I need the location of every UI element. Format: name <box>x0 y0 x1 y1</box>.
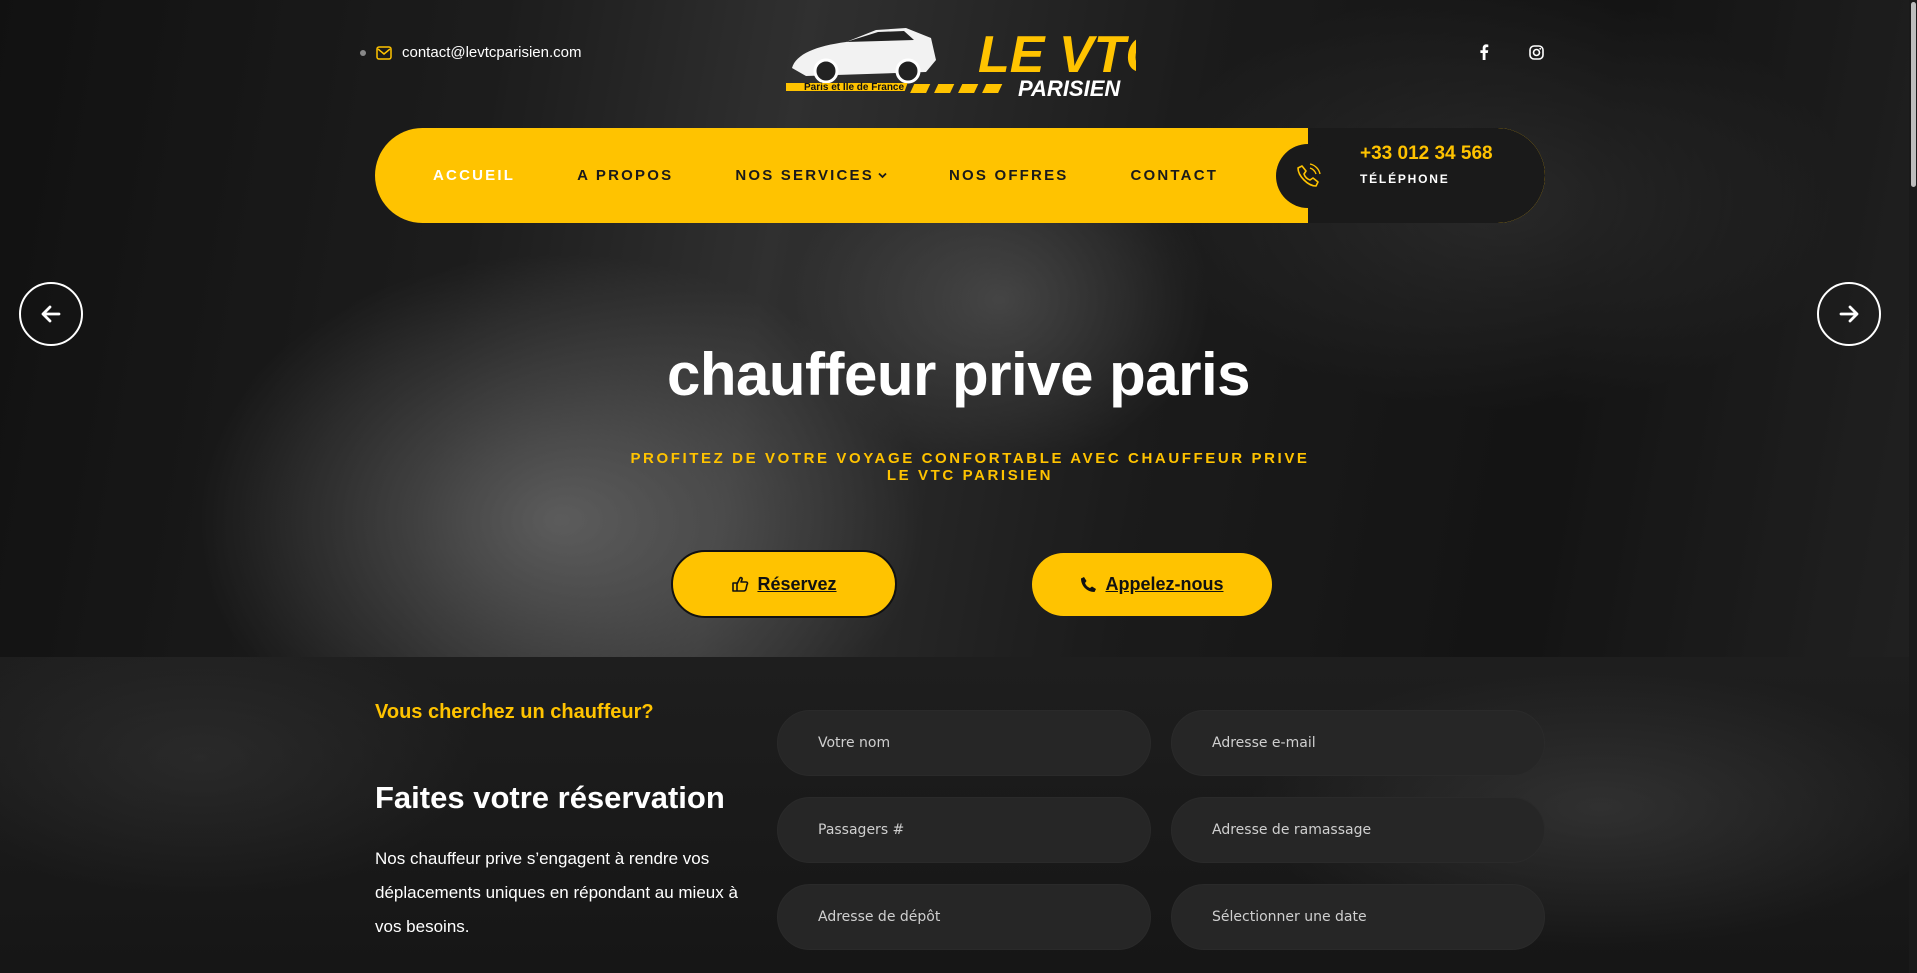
nav-item-nos-offres[interactable]: NOS OFFRES <box>949 167 1069 184</box>
logo-tagline: Paris et Ile de France <box>804 82 904 93</box>
topbar-email[interactable]: contact@levtcparisien.com <box>360 44 581 61</box>
slider-next-button[interactable] <box>1817 282 1881 346</box>
email-field[interactable]: Adresse e-mail <box>1171 710 1545 776</box>
phone-label: TÉLÉPHONE <box>1360 172 1450 186</box>
hero-subtitle: PROFITEZ DE VOTRE VOYAGE CONFORTABLE AVE… <box>630 450 1310 484</box>
pickup-address-field[interactable]: Adresse de ramassage <box>1171 797 1545 863</box>
nav-item-accueil[interactable]: ACCUEIL <box>433 167 515 184</box>
nav-item-label: NOS SERVICES <box>735 167 874 184</box>
passengers-field-placeholder: Passagers # <box>818 822 905 838</box>
nav-item-contact[interactable]: CONTACT <box>1131 167 1219 184</box>
phone-icon <box>1081 577 1097 592</box>
logo-stripes <box>910 84 1003 93</box>
booking-description: Nos chauffeur prive s’engagent à rendre … <box>375 849 738 936</box>
arrow-left-icon <box>41 305 61 323</box>
site-logo[interactable]: LE VTC PARISIEN Paris et Ile de France <box>786 16 1136 100</box>
nav-item-a-propos[interactable]: A PROPOS <box>577 167 673 184</box>
logo-brand-line2: PARISIEN <box>1018 76 1121 100</box>
nav-menu: ACCUEIL A PROPOS NOS SERVICES NOS OFFRES… <box>433 128 1280 223</box>
dropoff-address-field[interactable]: Adresse de dépôt <box>777 884 1151 950</box>
mail-icon <box>376 45 392 60</box>
name-field[interactable]: Votre nom <box>777 710 1151 776</box>
facebook-icon[interactable] <box>1476 44 1492 60</box>
nav-phone-block[interactable]: +33 012 34 568 TÉLÉPHONE <box>1308 128 1545 223</box>
arrow-right-icon <box>1839 305 1859 323</box>
dropoff-field-placeholder: Adresse de dépôt <box>818 909 941 925</box>
call-button[interactable]: Appelez-nous <box>1032 553 1272 616</box>
date-field-placeholder: Sélectionner une date <box>1212 909 1367 925</box>
bullet-dot <box>360 49 366 56</box>
nav-item-label: ACCUEIL <box>433 167 516 184</box>
nav-item-nos-services[interactable]: NOS SERVICES <box>735 167 887 184</box>
page-scrollbar[interactable] <box>1909 0 1917 973</box>
passengers-field[interactable]: Passagers # <box>777 797 1151 863</box>
name-field-placeholder: Votre nom <box>818 735 891 751</box>
date-picker-field[interactable]: Sélectionner une date <box>1171 884 1545 950</box>
scrollbar-thumb[interactable] <box>1911 2 1916 187</box>
phone-call-icon <box>1297 163 1321 187</box>
instagram-icon[interactable] <box>1528 44 1544 60</box>
phone-icon-circle[interactable] <box>1276 144 1340 208</box>
pickup-field-placeholder: Adresse de ramassage <box>1212 822 1372 838</box>
topbar-email-text[interactable]: contact@levtcparisien.com <box>402 44 581 61</box>
booking-kicker: Vous cherchez un chauffeur? <box>375 701 654 723</box>
phone-number[interactable]: +33 012 34 568 <box>1360 143 1493 165</box>
nav-item-label: NOS OFFRES <box>948 167 1069 184</box>
reserve-button[interactable]: Réservez <box>671 550 897 618</box>
nav-item-label: CONTACT <box>1130 167 1219 184</box>
slider-prev-button[interactable] <box>19 282 83 346</box>
reserve-button-label: Réservez <box>757 573 837 594</box>
social-links <box>1476 44 1544 60</box>
hero-title: chauffeur prive paris <box>666 341 1251 408</box>
booking-title: Faites votre réservation <box>375 780 725 815</box>
nav-item-label: A PROPOS <box>577 167 674 184</box>
call-button-label: Appelez-nous <box>1105 574 1224 594</box>
email-field-placeholder: Adresse e-mail <box>1212 735 1316 751</box>
hand-pointer-icon <box>732 576 749 592</box>
chevron-down-icon <box>878 172 887 179</box>
main-navigation: ACCUEIL A PROPOS NOS SERVICES NOS OFFRES… <box>375 128 1545 223</box>
